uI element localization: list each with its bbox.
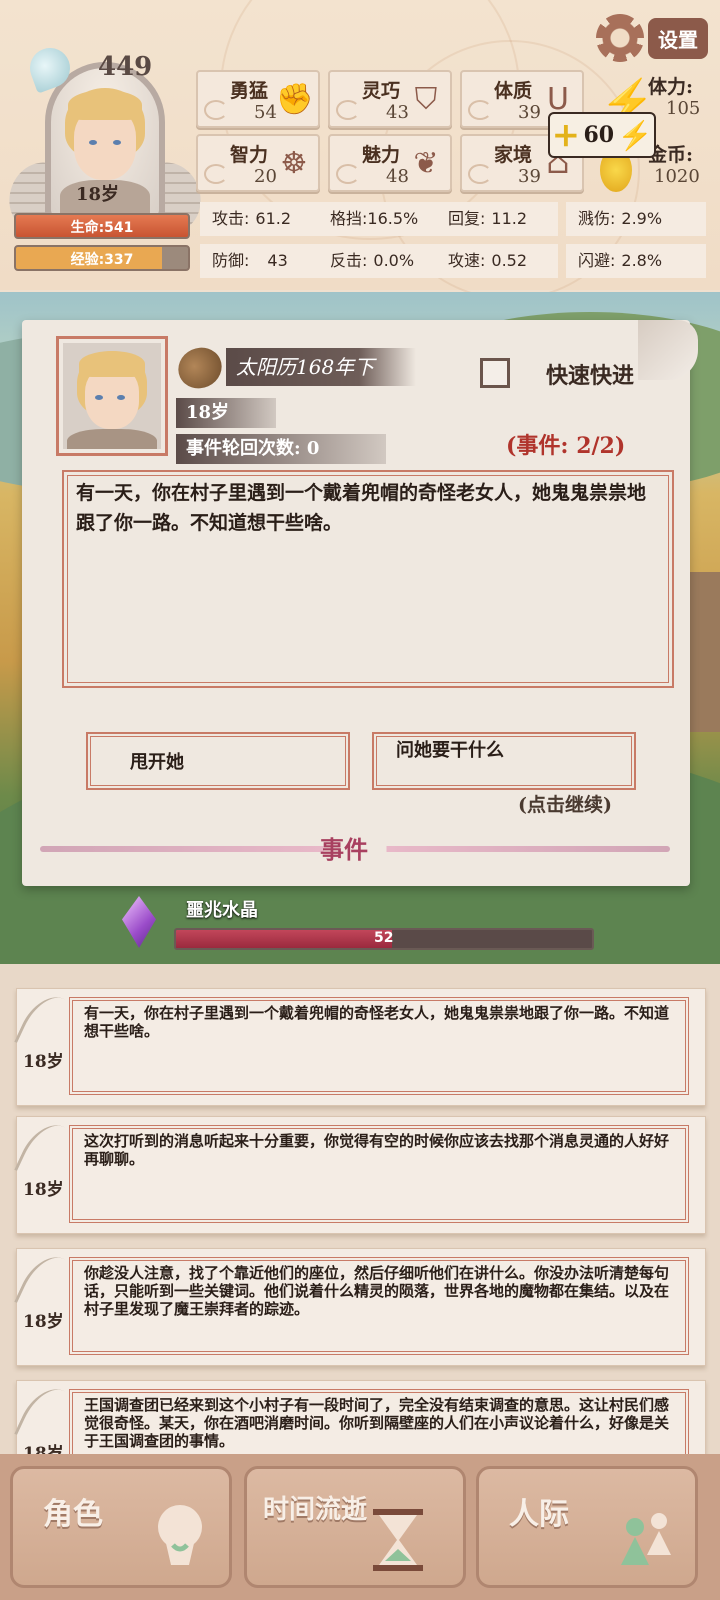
energy-bonus-value: 60 (583, 122, 615, 148)
attr-value: 39 (518, 102, 541, 123)
choice-button-shake-off[interactable]: 甩开她 (86, 732, 350, 790)
stat-label: 攻速: (448, 251, 486, 270)
calendar-date: 太阳历168年下 (226, 348, 416, 386)
continue-hint[interactable]: (点击继续) (518, 790, 612, 817)
stat-label: 攻击: (212, 209, 250, 228)
stat-label: 闪避: (578, 251, 616, 270)
attr-name: 智力 (230, 144, 269, 166)
list-item[interactable]: 18岁 有一天，你在村子里遇到一个戴着兜帽的奇怪老女人，她鬼鬼祟祟地跟了你一路。… (14, 987, 706, 1106)
log-age: 18岁 (23, 1052, 64, 1072)
stat-value: 43 (267, 251, 288, 270)
attr-value: 43 (386, 102, 409, 123)
attr-name: 魅力 (362, 144, 401, 166)
page-curl (638, 320, 698, 380)
attr-intelligence[interactable]: 智力 20 ☸ (196, 134, 320, 192)
stat-label: 防御: (212, 251, 250, 270)
log-age: 18岁 (23, 1180, 64, 1200)
stat-dodge: 闪避: 2.8% (566, 244, 706, 278)
nav-character-button[interactable]: 角色 (10, 1466, 232, 1588)
list-item[interactable]: 18岁 王国调查团已经来到这个小村子有一段时间了，完全没有结束调查的意思。这让村… (14, 1379, 706, 1454)
attr-courage[interactable]: 勇猛 54 ✊ (196, 70, 320, 128)
event-text: 有一天，你在村子里遇到一个戴着兜帽的奇怪老女人，她鬼鬼祟祟地跟了你一路。不知道想… (62, 470, 674, 688)
stat-value: 0.52 (491, 251, 528, 270)
settings-button[interactable]: 设置 (596, 14, 708, 62)
stat-value: 11.2 (491, 209, 528, 228)
stat-label: 反击: (330, 251, 368, 270)
attr-value: 48 (386, 166, 409, 187)
attr-value: 39 (518, 166, 541, 187)
hourglass-icon (373, 1509, 423, 1571)
cloak-icon: ⛉ (414, 82, 438, 117)
settings-label: 设置 (648, 17, 708, 59)
choice-button-ask[interactable]: 问她要干什么 (372, 732, 636, 790)
plus-icon: + (551, 115, 581, 155)
stat-attack-speed: 攻速: 0.52 (436, 244, 558, 278)
log-text: 有一天，你在村子里遇到一个戴着兜帽的奇怪老女人，她鬼鬼祟祟地跟了你一路。不知道想… (69, 997, 689, 1095)
attr-name: 体质 (494, 80, 533, 102)
event-log[interactable]: 18岁 有一天，你在村子里遇到一个戴着兜帽的奇怪老女人，她鬼鬼祟祟地跟了你一路。… (0, 964, 720, 1454)
stat-label: 格挡: (330, 209, 368, 228)
age-label: 18岁 (76, 184, 120, 205)
event-age: 18岁 (176, 398, 276, 428)
log-text: 你趁没人注意，找了个靠近他们的座位，然后仔细听他们在讲什么。你没办法听清楚每句话… (69, 1257, 689, 1355)
event-counter: (事件: 2/2) (506, 433, 626, 459)
stat-label: 回复: (448, 209, 486, 228)
log-age: 18岁 (23, 1312, 64, 1332)
gold-value: 1020 (654, 166, 700, 187)
log-text: 这次打听到的消息听起来十分重要，你觉得有空的时候你应该去找那个消息灵通的人好好再… (69, 1125, 689, 1223)
stat-regen: 回复: 11.2 (436, 202, 558, 236)
stat-label: 溅伤: (578, 209, 616, 228)
fist-icon: ✊ (276, 82, 314, 117)
bottom-nav: 角色 时间流逝 人际 (0, 1454, 720, 1600)
energy-bonus-badge[interactable]: + 60 ⚡ (548, 112, 656, 158)
character-icon (158, 1505, 202, 1565)
attr-dexterity[interactable]: 灵巧 43 ⛉ (328, 70, 452, 128)
nav-time-button[interactable]: 时间流逝 (244, 1466, 466, 1588)
stat-value: 2.9% (621, 209, 663, 228)
people-icon (621, 1513, 671, 1565)
portrait-image (63, 343, 161, 449)
log-age: 18岁 (23, 1444, 64, 1454)
attr-charisma[interactable]: 魅力 48 ❦ (328, 134, 452, 192)
gear-icon (596, 14, 644, 62)
attr-name: 灵巧 (362, 80, 401, 102)
exp-bar: 经验:337 (14, 245, 190, 271)
flower-icon: ❦ (413, 146, 439, 181)
stat-value: 2.8% (621, 251, 663, 270)
fast-forward-label[interactable]: 快速快进 (546, 358, 634, 390)
bolt-icon: ⚡ (617, 118, 653, 152)
fast-forward-checkbox[interactable] (480, 358, 510, 388)
brain-icon: ☸ (280, 146, 308, 181)
log-text: 王国调查团已经来到这个小村子有一段时间了，完全没有结束调查的意思。这让村民们感觉… (69, 1389, 689, 1454)
stat-value: 16.5% (367, 209, 419, 228)
attr-name: 家境 (494, 144, 533, 166)
event-cycle-count: 事件轮回次数: 0 (176, 434, 386, 464)
stat-value: 0.0% (373, 251, 415, 270)
stat-counter: 反击: 0.0% (318, 244, 440, 278)
energy-label: 体力: (648, 76, 694, 98)
crystal-value: 52 (374, 930, 394, 946)
stat-value: 61.2 (255, 209, 292, 228)
list-item[interactable]: 18岁 你趁没人注意，找了个靠近他们的座位，然后仔细听他们在讲什么。你没办法听清… (14, 1247, 706, 1366)
list-item[interactable]: 18岁 这次打听到的消息听起来十分重要，你觉得有空的时候你应该去找那个消息灵通的… (14, 1115, 706, 1234)
nav-label: 人际 (509, 1497, 569, 1532)
attr-name: 勇猛 (230, 80, 269, 102)
stat-block: 格挡:16.5% (318, 202, 440, 236)
stat-defense: 防御: 43 (200, 244, 322, 278)
crystal-name: 噩兆水晶 (186, 900, 258, 921)
combat-stats: 攻击: 61.2 格挡:16.5% 回复: 11.2 溅伤: 2.9% 防御: 43 反… (200, 202, 710, 282)
event-portrait (56, 336, 168, 456)
nav-label: 角色 (43, 1497, 103, 1532)
attr-value: 54 (254, 102, 277, 123)
soul-count: 449 (98, 52, 153, 82)
event-section-title: 事件 (320, 835, 368, 864)
crystal-progress-fill (176, 930, 393, 948)
stat-attack: 攻击: 61.2 (200, 202, 322, 236)
attr-value: 20 (254, 166, 277, 187)
energy-value: 105 (666, 98, 701, 119)
stat-splash: 溅伤: 2.9% (566, 202, 706, 236)
hp-bar: 生命:541 (14, 213, 190, 239)
nav-label: 时间流逝 (263, 1495, 368, 1525)
nav-social-button[interactable]: 人际 (476, 1466, 698, 1588)
